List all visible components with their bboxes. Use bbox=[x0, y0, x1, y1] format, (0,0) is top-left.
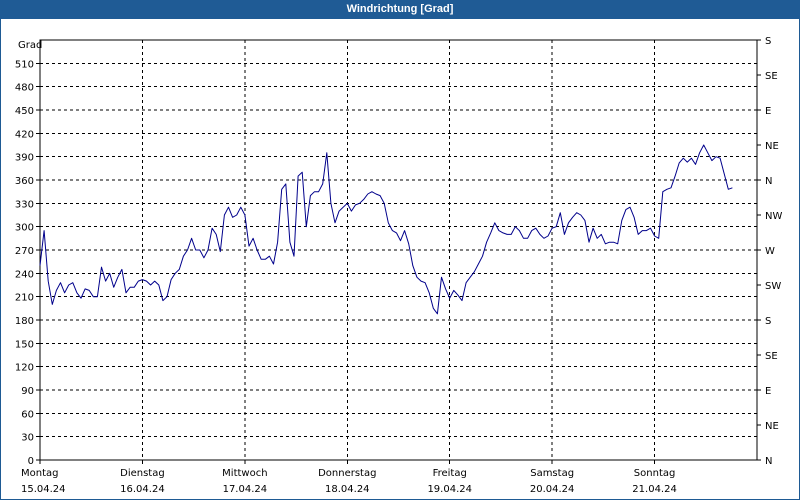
x-day-label: Sonntag bbox=[634, 468, 676, 479]
y-right-tick-label: E bbox=[765, 106, 771, 117]
y-right-tick-label: S bbox=[765, 36, 771, 47]
chart-plot: 0 30 60 90 120 150 180 210 240 270 300 330 360 390 420… bbox=[15, 36, 783, 495]
y-right-tick-label: SE bbox=[765, 71, 778, 82]
y-tick-label: 420 bbox=[15, 129, 34, 140]
x-date-label: 21.04.24 bbox=[632, 484, 677, 495]
x-date-label: 20.04.24 bbox=[530, 484, 575, 495]
y-tick-label: 90 bbox=[21, 386, 34, 397]
x-date-label: 17.04.24 bbox=[223, 484, 268, 495]
y-tick-label: 360 bbox=[15, 176, 34, 187]
y-tick-label: 270 bbox=[15, 246, 34, 257]
y-axis-label: Grad bbox=[18, 40, 42, 51]
y-tick-label: 450 bbox=[15, 106, 34, 117]
y-tick-label: 0 bbox=[28, 456, 34, 467]
y-tick-label: 240 bbox=[15, 269, 34, 280]
y-tick-label: 150 bbox=[15, 339, 34, 350]
y-tick-label: 300 bbox=[15, 223, 34, 234]
y-tick-label: 210 bbox=[15, 293, 34, 304]
y-right-tick-label: S bbox=[765, 316, 771, 327]
y-tick-label: 480 bbox=[15, 83, 34, 94]
y-right-tick-label: SE bbox=[765, 351, 778, 362]
x-day-label: Mittwoch bbox=[222, 468, 267, 479]
y-tick-label: 180 bbox=[15, 316, 34, 327]
x-date-label: 19.04.24 bbox=[427, 484, 472, 495]
y-right-tick-label: E bbox=[765, 386, 771, 397]
y-tick-label: 120 bbox=[15, 363, 34, 374]
x-day-label: Montag bbox=[21, 468, 58, 479]
y-right-tick-label: W bbox=[765, 246, 775, 257]
x-date-label: 18.04.24 bbox=[325, 484, 370, 495]
x-day-label: Freitag bbox=[433, 468, 467, 479]
y-right-tick-label: NE bbox=[765, 141, 779, 152]
x-day-label: Samstag bbox=[530, 468, 574, 479]
y-tick-label: 30 bbox=[21, 433, 34, 444]
y-tick-label: 330 bbox=[15, 199, 34, 210]
x-date-label: 16.04.24 bbox=[120, 484, 165, 495]
y-right-tick-label: N bbox=[765, 456, 772, 467]
y-right-tick-label: N bbox=[765, 176, 772, 187]
y-right-tick-label: NW bbox=[765, 211, 782, 222]
y-tick-label: 390 bbox=[15, 153, 34, 164]
x-date-label: 15.04.24 bbox=[21, 484, 66, 495]
x-day-label: Dienstag bbox=[120, 468, 165, 479]
y-right-tick-label: SW bbox=[765, 281, 781, 292]
y-tick-label: 60 bbox=[21, 409, 34, 420]
series-line bbox=[39, 144, 733, 315]
plot-frame bbox=[39, 39, 758, 461]
y-tick-label: 510 bbox=[15, 59, 34, 70]
x-day-label: Donnerstag bbox=[318, 468, 376, 479]
y-right-tick-label: NE bbox=[765, 421, 779, 432]
